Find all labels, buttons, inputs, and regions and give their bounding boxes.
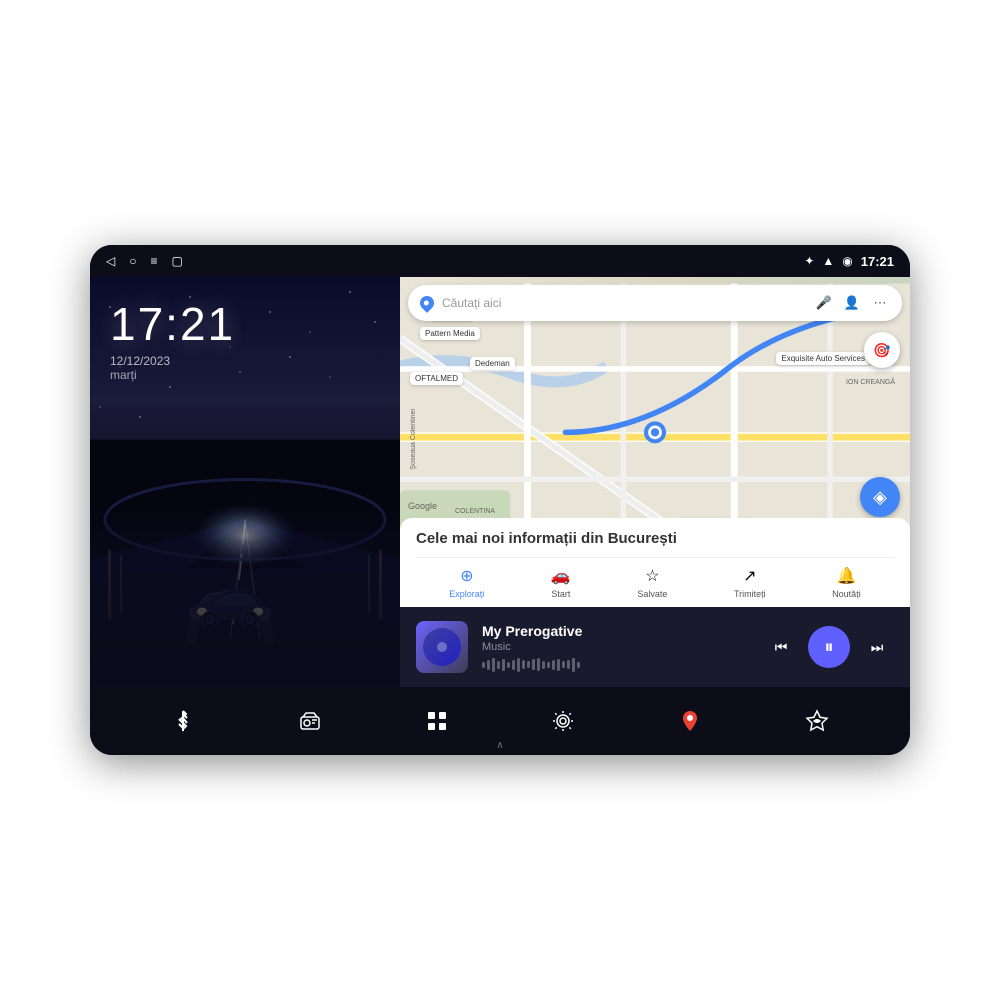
clock-area: 17:21 12/12/2023 marți [90,277,400,392]
music-controls: ⏮ ⏸ ⏭ [764,626,894,668]
saved-label: Salvate [637,589,667,599]
dock-apps[interactable] [412,696,462,746]
map-nav-bar: ⊕ Explorați 🚗 Start ☆ Salvate ↗ [416,557,894,599]
map-info-title: Cele mai noi informații din București [416,530,894,547]
map-label-dedeman: Dedeman [470,357,515,370]
bluetooth-status-icon: ✦ [804,254,814,268]
map-label-pattern: Pattern Media [420,327,480,340]
map-search-bar[interactable]: Căutați aici 🎤 👤 ⋯ [408,285,902,321]
car-area [90,392,400,687]
clock-day: marți [110,368,400,382]
car-infotainment-device: ◁ ○ ≡ ▢ ✦ ▲ ◉ 17:21 17:21 12/12/2023 mar… [90,245,910,755]
album-art-inner [423,628,461,666]
dock-radio[interactable] [285,696,335,746]
recents-icon[interactable]: ▢ [172,254,183,268]
dock-bluetooth[interactable] [158,696,208,746]
music-subtitle: Music [482,641,750,653]
prev-button[interactable]: ⏮ [764,630,798,664]
start-icon: 🚗 [551,566,571,586]
music-waveform [482,658,750,672]
map-label-oftalmed: OFTALMED [410,372,463,385]
search-placeholder[interactable]: Căutați aici [442,296,806,310]
map-label-colentina: COLENTINA [450,506,500,517]
dock-maps[interactable] [665,696,715,746]
back-icon[interactable]: ◁ [106,254,115,268]
map-label-ion-creanga: ION CREANGĂ [841,377,900,388]
status-time: 17:21 [861,254,894,269]
start-label: Start [551,589,570,599]
map-nav-explorați[interactable]: ⊕ Explorați [441,566,492,599]
navigate-button[interactable]: ◈ [860,477,900,517]
music-title: My Prerogative [482,623,750,639]
map-nav-start[interactable]: 🚗 Start [543,566,579,599]
tunnel-overlay [90,507,400,687]
search-action-icons: 🎤 👤 ⋯ [814,293,890,313]
album-art [416,621,468,673]
dock-settings[interactable] [538,696,588,746]
album-art-dot [437,642,447,652]
explore-icon: ⊕ [460,566,473,586]
share-label: Trimiteți [734,589,766,599]
saved-icon: ☆ [645,566,659,586]
clock-time: 17:21 [110,297,400,351]
wifi-status-icon: ▲ [822,254,834,268]
home-icon[interactable]: ○ [129,254,136,268]
menu-icon[interactable]: ≡ [150,254,157,268]
more-options-icon[interactable]: ⋯ [870,293,890,313]
next-button[interactable]: ⏭ [860,630,894,664]
signal-icon: ◉ [842,254,852,268]
news-label: Noutăți [832,589,861,599]
right-panel: Carrefour Dragonul Roşu Pattern Media De… [400,277,910,687]
map-nav-trimiteți[interactable]: ↗ Trimiteți [726,566,774,599]
share-icon: ↗ [743,566,756,586]
maps-logo [420,296,434,310]
location-accuracy-button[interactable]: 🎯 [864,332,900,368]
map-nav-salvate[interactable]: ☆ Salvate [629,566,675,599]
map-label-exquisite: Exquisite Auto Services [776,352,870,365]
dock-extra[interactable] [792,696,842,746]
bottom-dock: ∧ [90,687,910,755]
music-player: My Prerogative Music [400,607,910,687]
map-nav-noutăți[interactable]: 🔔 Noutăți [824,566,869,599]
clock-date: 12/12/2023 [110,354,400,368]
play-pause-button[interactable]: ⏸ [808,626,850,668]
google-watermark: Google [408,501,437,511]
status-bar: ◁ ○ ≡ ▢ ✦ ▲ ◉ 17:21 [90,245,910,277]
left-panel: 17:21 12/12/2023 marți [90,277,400,687]
music-info: My Prerogative Music [482,623,750,672]
main-content: 17:21 12/12/2023 marți [90,277,910,687]
news-icon: 🔔 [836,566,856,586]
explore-label: Explorați [449,589,484,599]
dock-chevron[interactable]: ∧ [496,740,503,751]
map-area[interactable]: Carrefour Dragonul Roşu Pattern Media De… [400,277,910,607]
account-icon[interactable]: 👤 [842,293,862,313]
map-label-soseaua: Şoseaua Colentinei [405,407,422,472]
map-info-panel: Cele mai noi informații din București ⊕ … [400,518,910,607]
microphone-icon[interactable]: 🎤 [814,293,834,313]
